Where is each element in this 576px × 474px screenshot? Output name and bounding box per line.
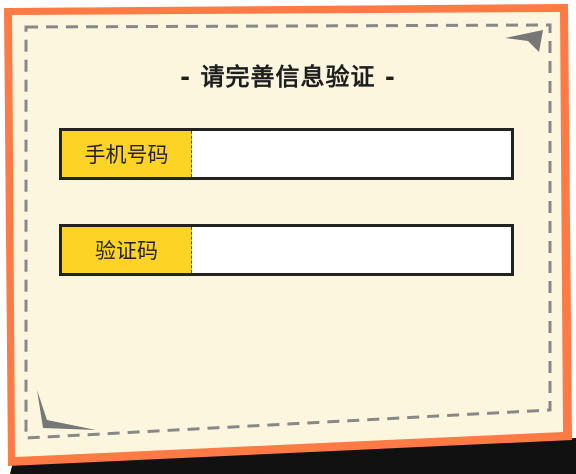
phone-field: 手机号码	[59, 128, 514, 180]
verification-code-field: 验证码	[59, 224, 514, 276]
verification-code-input[interactable]	[192, 227, 511, 273]
verification-code-label: 验证码	[62, 227, 192, 273]
phone-label: 手机号码	[62, 131, 192, 177]
phone-input[interactable]	[192, 131, 511, 177]
dialog-title: - 请完善信息验证 -	[180, 63, 396, 91]
verification-dialog: - 请完善信息验证 - 手机号码 验证码	[0, 0, 576, 474]
